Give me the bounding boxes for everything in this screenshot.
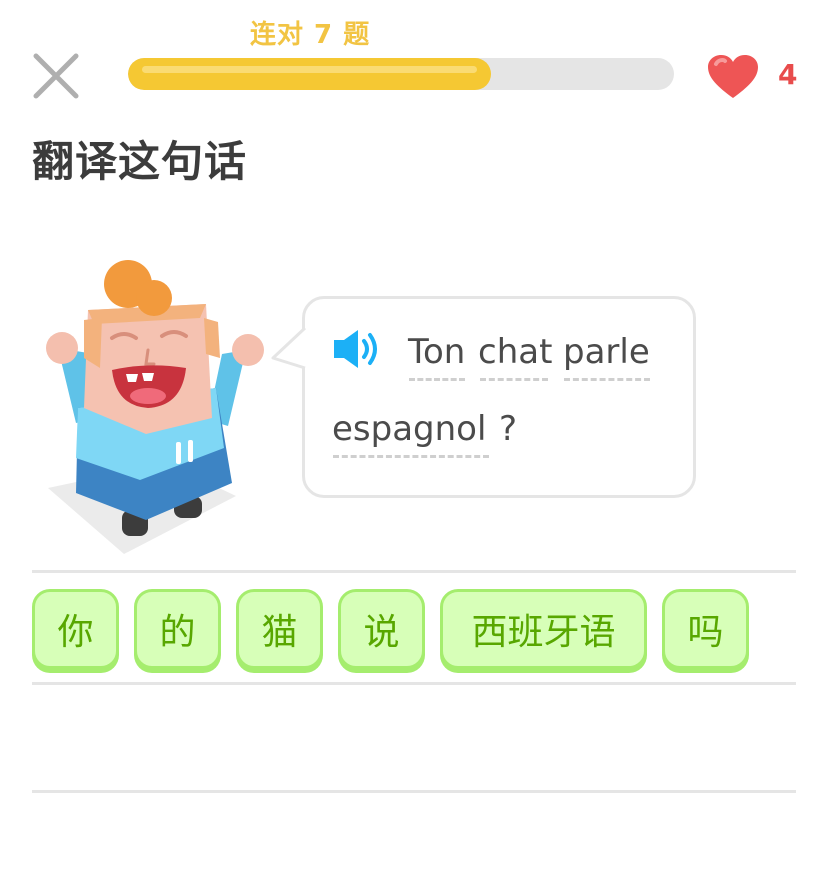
speaker-icon [334, 330, 377, 368]
word-parle[interactable]: parle [563, 332, 650, 372]
word-underline [480, 378, 548, 381]
heart-icon [706, 54, 760, 100]
close-button[interactable] [30, 50, 82, 102]
word-underline [409, 378, 465, 381]
word-chip[interactable]: 吗 [662, 589, 749, 669]
word-chip[interactable]: 说 [338, 589, 425, 669]
character-illustration [36, 258, 276, 558]
word-chip[interactable]: 猫 [236, 589, 323, 669]
word-underline [333, 455, 489, 458]
word-chip[interactable]: 的 [134, 589, 221, 669]
word-chip[interactable]: 西班牙语 [440, 589, 647, 669]
close-icon [33, 53, 79, 99]
answer-line [32, 790, 796, 793]
answer-line [32, 682, 796, 685]
answer-area-top-rule [32, 570, 796, 573]
streak-label: 连对 7 题 [250, 20, 371, 50]
word-underline [564, 378, 650, 381]
progress-bar-shine [142, 66, 478, 73]
word-chip[interactable]: 你 [32, 589, 119, 669]
word-espagnol[interactable]: espagnol [332, 409, 486, 449]
hearts-count: 4 [778, 58, 798, 91]
word-chat[interactable]: chat [478, 332, 552, 372]
word-ton[interactable]: Ton [408, 332, 465, 372]
exercise-prompt: 翻译这句话 [32, 137, 248, 186]
progress-bar-fill [128, 58, 492, 90]
speech-bubble-tail [271, 326, 311, 370]
speaker-button[interactable] [332, 326, 386, 372]
question-mark: ? [499, 409, 518, 449]
progress-bar [128, 58, 674, 90]
